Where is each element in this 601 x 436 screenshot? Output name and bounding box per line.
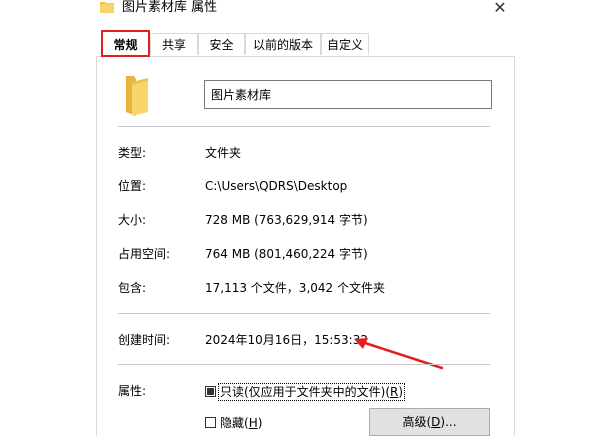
location-label: 位置: <box>118 179 147 193</box>
hidden-label: 隐藏(H) <box>220 416 263 430</box>
checkbox-indeterminate-icon <box>205 386 216 397</box>
close-button[interactable]: ✕ <box>486 0 514 18</box>
folder-icon <box>126 76 148 116</box>
advanced-button[interactable]: 高级(D)... <box>369 408 490 436</box>
window-title: 图片素材库 属性 <box>122 0 218 15</box>
divider <box>118 126 490 127</box>
type-label: 类型: <box>118 146 147 160</box>
tab-security[interactable]: 安全 <box>198 33 245 55</box>
contains-label: 包含: <box>118 281 147 295</box>
size-on-disk-label: 占用空间: <box>118 247 171 261</box>
properties-dialog: 图片素材库 属性 ✕ 常规 共享 安全 以前的版本 自定义 类型: 文件夹 位置… <box>0 0 601 436</box>
readonly-label: 只读(仅应用于文件夹中的文件)(R) <box>217 383 406 401</box>
title-bar: 图片素材库 属性 ✕ <box>0 0 601 24</box>
checkbox-icon <box>205 417 216 428</box>
tab-sharing[interactable]: 共享 <box>150 33 198 55</box>
tab-strip: 常规 共享 安全 以前的版本 自定义 <box>96 30 516 57</box>
hidden-checkbox[interactable]: 隐藏(H) <box>205 415 262 431</box>
attributes-label: 属性: <box>118 384 147 398</box>
location-value: C:\Users\QDRS\Desktop <box>205 179 348 193</box>
folder-name-input[interactable] <box>204 80 492 109</box>
readonly-checkbox[interactable]: 只读(仅应用于文件夹中的文件)(R) <box>205 383 406 401</box>
tab-customize[interactable]: 自定义 <box>321 33 369 55</box>
created-value: 2024年10月16日，15:53:32 <box>205 333 368 347</box>
contains-value: 17,113 个文件，3,042 个文件夹 <box>205 281 385 295</box>
type-value: 文件夹 <box>205 146 242 160</box>
size-label: 大小: <box>118 213 147 227</box>
size-on-disk-value: 764 MB (801,460,224 字节) <box>205 247 368 261</box>
tab-previous-versions[interactable]: 以前的版本 <box>245 33 321 55</box>
divider <box>118 313 490 314</box>
tab-general[interactable]: 常规 <box>101 30 150 57</box>
created-label: 创建时间: <box>118 333 171 347</box>
divider <box>118 364 490 365</box>
size-value: 728 MB (763,629,914 字节) <box>205 213 368 227</box>
folder-icon <box>100 2 114 13</box>
close-icon: ✕ <box>493 0 507 17</box>
